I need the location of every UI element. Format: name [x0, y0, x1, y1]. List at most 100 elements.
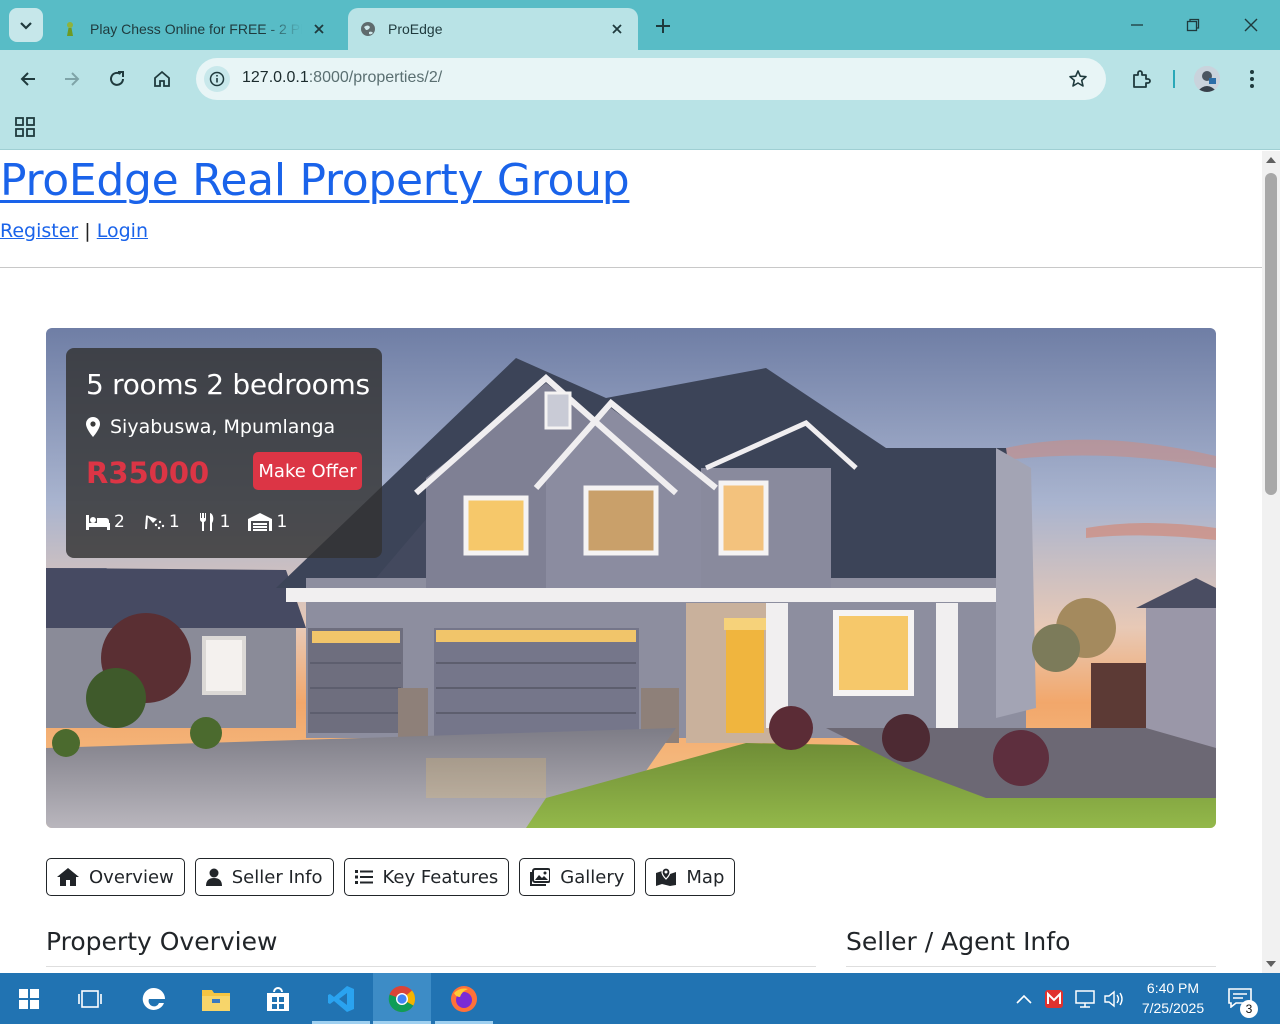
bath-icon: [144, 515, 165, 530]
close-icon: [1244, 18, 1258, 32]
store-button[interactable]: [249, 973, 307, 1024]
chevron-up-icon: [1016, 994, 1032, 1004]
auth-separator: |: [84, 220, 91, 242]
chrome-taskbar-button[interactable]: [373, 973, 431, 1024]
system-clock[interactable]: 6:40 PM 7/25/2025: [1130, 978, 1216, 1018]
close-icon[interactable]: [310, 20, 328, 38]
garage-icon: [248, 513, 273, 531]
network-tray-icon[interactable]: [1073, 973, 1099, 1024]
store-bag-icon: [267, 986, 289, 1011]
page-viewport: ProEdge Real Property Group Register | L…: [0, 151, 1262, 973]
antivirus-tray-icon[interactable]: [1043, 973, 1065, 1024]
action-center-button[interactable]: 3: [1228, 988, 1258, 1018]
map-button[interactable]: Map: [645, 858, 736, 896]
bookmarks-bar: [0, 108, 1280, 150]
restore-icon: [1186, 18, 1200, 32]
site-info-icon[interactable]: [204, 66, 230, 92]
arrow-right-icon: [65, 72, 80, 86]
gallery-button[interactable]: Gallery: [519, 858, 636, 896]
shield-m-icon: [1045, 989, 1063, 1008]
menu-button[interactable]: [1237, 64, 1267, 94]
scroll-up-icon[interactable]: [1265, 155, 1277, 165]
profile-avatar[interactable]: [1194, 66, 1220, 92]
overview-divider: [46, 966, 816, 967]
bookmark-star-icon[interactable]: [1068, 69, 1088, 89]
extensions-button[interactable]: [1126, 64, 1156, 94]
url-text: 127.0.0.1:8000/properties/2/: [242, 69, 442, 87]
globe-icon: [360, 21, 376, 37]
forward-button[interactable]: [57, 64, 87, 94]
address-bar[interactable]: 127.0.0.1:8000/properties/2/: [196, 58, 1106, 100]
url-host: 127.0.0.1: [242, 69, 309, 86]
feature-bathrooms: 1: [143, 512, 180, 532]
scroll-down-icon[interactable]: [1265, 959, 1277, 969]
feature-count: 1: [168, 512, 180, 532]
volume-tray-icon[interactable]: [1102, 973, 1128, 1024]
speaker-icon: [1104, 990, 1123, 1007]
edge-taskbar-button[interactable]: [125, 973, 183, 1024]
show-hidden-icons[interactable]: [1012, 973, 1036, 1024]
feature-count: 1: [219, 512, 231, 532]
windows-taskbar: 6:40 PM 7/25/2025 3: [0, 973, 1280, 1024]
chess-pawn-icon: [62, 21, 78, 37]
close-window-button[interactable]: [1236, 10, 1266, 40]
edge-icon: [142, 987, 165, 1010]
header-divider: [0, 267, 1262, 268]
toolbar-separator: [1173, 70, 1175, 88]
browser-tab-bar: Play Chess Online for FREE - 2 Players P…: [0, 0, 1280, 50]
chevron-down-icon: [20, 22, 32, 30]
property-title: 5 rooms 2 bedrooms: [86, 368, 370, 401]
site-title-link[interactable]: ProEdge Real Property Group: [0, 155, 630, 206]
feature-count: 1: [276, 512, 288, 532]
minimize-button[interactable]: [1122, 10, 1152, 40]
make-offer-button[interactable]: Make Offer: [253, 452, 362, 490]
seller-divider: [846, 966, 1216, 967]
tab-proedge[interactable]: ProEdge: [348, 8, 638, 50]
apps-grid-icon[interactable]: [14, 116, 36, 138]
scrollbar-thumb[interactable]: [1265, 173, 1277, 495]
pill-label: Overview: [89, 866, 174, 888]
feature-kitchen: 1: [198, 512, 231, 532]
register-link[interactable]: Register: [0, 220, 78, 242]
close-icon[interactable]: [608, 20, 626, 38]
back-button[interactable]: [13, 64, 43, 94]
tab-chess[interactable]: Play Chess Online for FREE - 2 Players: [50, 8, 340, 50]
pill-label: Gallery: [560, 866, 625, 888]
home-icon: [57, 868, 79, 886]
tab-search-button[interactable]: [9, 8, 43, 42]
task-view-icon: [78, 989, 102, 1008]
url-path: :8000/properties/2/: [308, 69, 443, 86]
vscode-icon: [328, 985, 354, 1012]
page-scrollbar[interactable]: [1262, 151, 1280, 973]
pill-label: Map: [686, 866, 725, 888]
firefox-icon: [451, 985, 477, 1012]
start-button[interactable]: [0, 973, 58, 1024]
new-tab-button[interactable]: [650, 13, 676, 39]
key-features-button[interactable]: Key Features: [343, 858, 510, 896]
file-explorer-button[interactable]: [187, 973, 245, 1024]
vscode-button[interactable]: [312, 973, 370, 1024]
reload-button[interactable]: [102, 64, 132, 94]
property-summary-card: 5 rooms 2 bedrooms Siyabuswa, Mpumlanga …: [66, 348, 382, 558]
property-price: R35000: [86, 456, 210, 490]
login-link[interactable]: Login: [97, 220, 148, 242]
bed-icon: [86, 515, 110, 530]
auth-nav: Register | Login: [0, 220, 148, 242]
restore-button[interactable]: [1178, 10, 1208, 40]
task-view-button[interactable]: [61, 973, 119, 1024]
seller-info-button[interactable]: Seller Info: [194, 858, 334, 896]
tab-title: ProEdge: [388, 21, 443, 37]
seller-agent-heading: Seller / Agent Info: [846, 927, 1071, 956]
clock-time: 6:40 PM: [1146, 980, 1200, 996]
home-button[interactable]: [147, 64, 177, 94]
map-pin-icon: [86, 417, 100, 437]
firefox-button[interactable]: [435, 973, 493, 1024]
arrow-left-icon: [20, 72, 35, 86]
kebab-menu-icon: [1250, 70, 1254, 88]
images-icon: [530, 868, 551, 886]
overview-button[interactable]: Overview: [46, 858, 185, 896]
feature-count: 2: [114, 512, 125, 532]
plus-icon: [656, 19, 670, 33]
user-icon: [205, 868, 222, 886]
pill-label: Key Features: [382, 866, 499, 888]
